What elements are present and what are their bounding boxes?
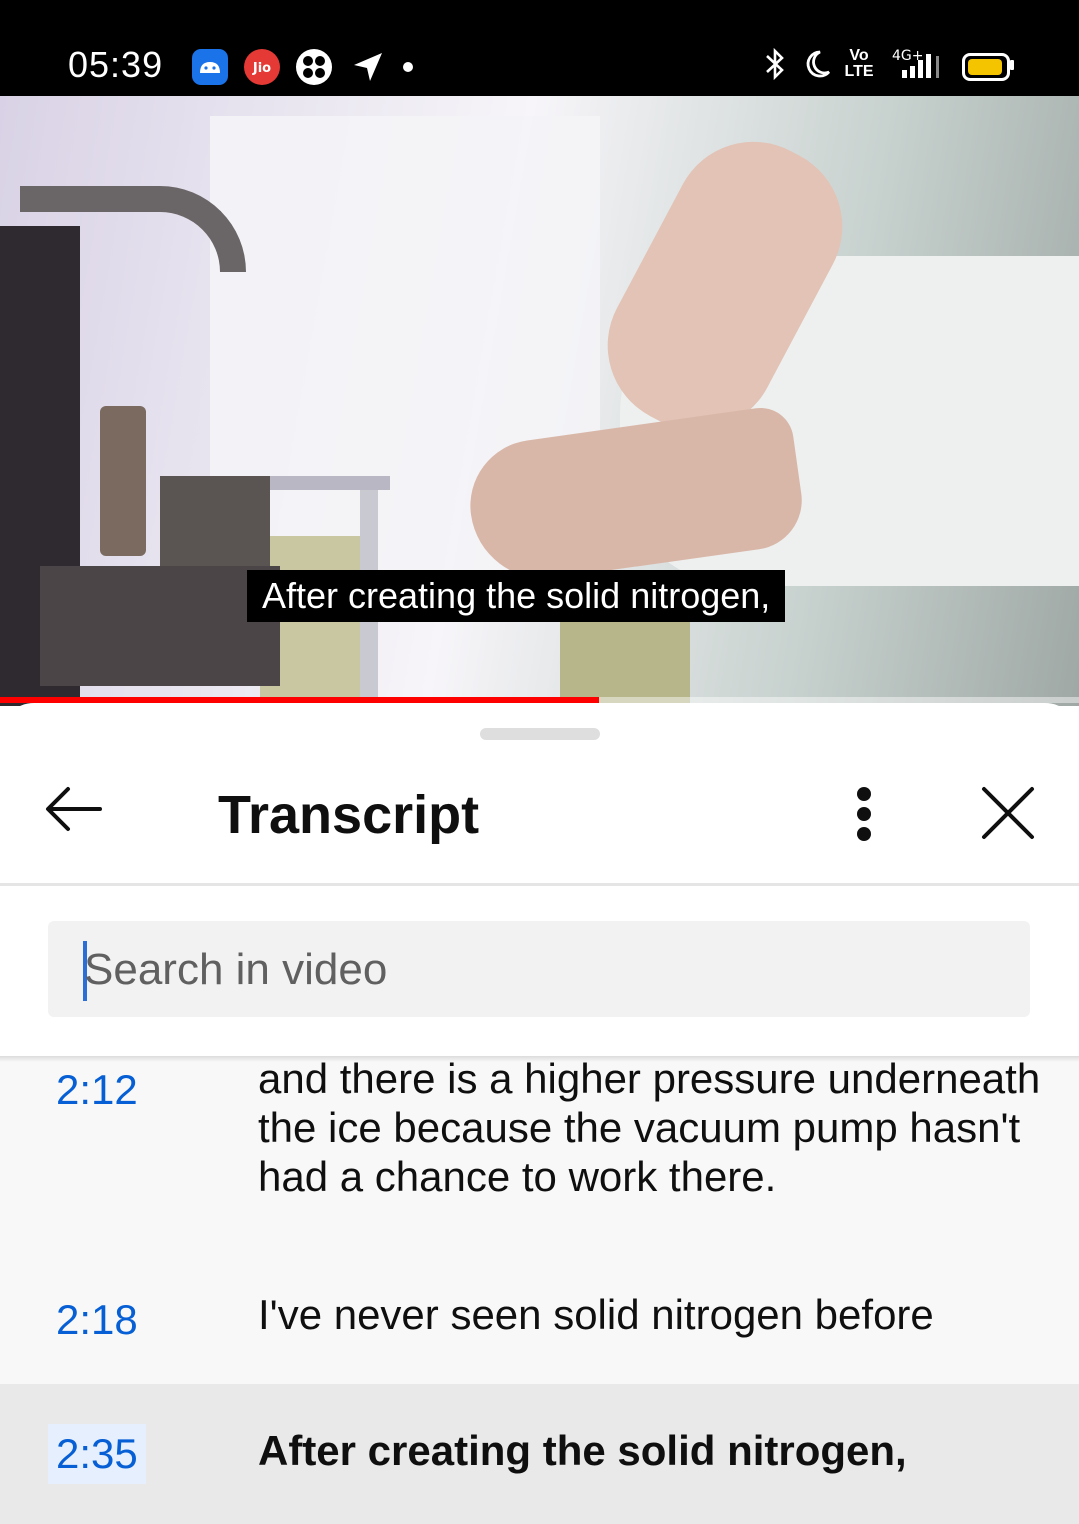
segment-timestamp[interactable]: 2:35 [48,1424,146,1484]
video-caption: After creating the solid nitrogen, [247,570,786,622]
transcript-segment[interactable]: 2:35 After creating the solid nitrogen, [0,1384,1079,1524]
more-dot-icon [857,807,871,821]
location-arrow-icon [350,49,386,85]
jio-app-icon: Jio [244,49,280,85]
segment-timestamp[interactable]: 2:18 [48,1290,146,1350]
more-dot-icon [857,827,871,841]
back-button[interactable] [40,775,108,843]
more-dot-icon [857,787,871,801]
arrow-left-icon [46,787,102,831]
more-options-button[interactable] [836,775,892,853]
bluetooth-icon [762,46,788,90]
segment-text: After creating the solid nitrogen, [258,1427,907,1474]
list-top-shadow [0,1056,1079,1062]
segment-text: and there is a higher pressure underneat… [258,1055,1041,1200]
battery-tip [1010,60,1014,70]
transcript-segment[interactable]: 2:12 and there is a higher pressure under… [0,1055,1079,1283]
transcript-segment[interactable]: 2:18 I've never seen solid nitrogen befor… [0,1264,1079,1384]
video-cylinder [100,406,146,556]
moon-icon [802,46,832,90]
close-button[interactable] [974,779,1042,847]
transcript-panel: Transcript 2:12 and there is a higher pre… [0,703,1079,1524]
status-time: 05:39 [68,44,164,85]
fan-app-icon [296,49,332,85]
svg-text:Jio: Jio [252,61,271,76]
segment-text: I've never seen solid nitrogen before [258,1291,934,1338]
notification-dot-icon [396,49,432,85]
panel-divider [0,883,1079,886]
search-input[interactable] [82,921,1006,1019]
segment-timestamp[interactable]: 2:12 [48,1060,146,1120]
video-plant [560,616,690,706]
transcript-list[interactable]: 2:12 and there is a higher pressure under… [0,1055,1079,1524]
drag-handle[interactable] [480,728,600,740]
battery-icon [962,53,1010,81]
video-machine-base [40,566,280,686]
panel-title: Transcript [218,785,480,845]
video-player[interactable]: After creating the solid nitrogen, [0,96,1079,706]
status-bar: 05:39 Jio Vo LTE 4G+ [0,0,1079,96]
signal-4g-icon: 4G+ [884,46,944,90]
close-icon [982,787,1034,839]
android-app-icon [192,49,228,85]
volte-icon: Vo LTE [844,47,874,80]
search-field[interactable] [48,921,1030,1019]
